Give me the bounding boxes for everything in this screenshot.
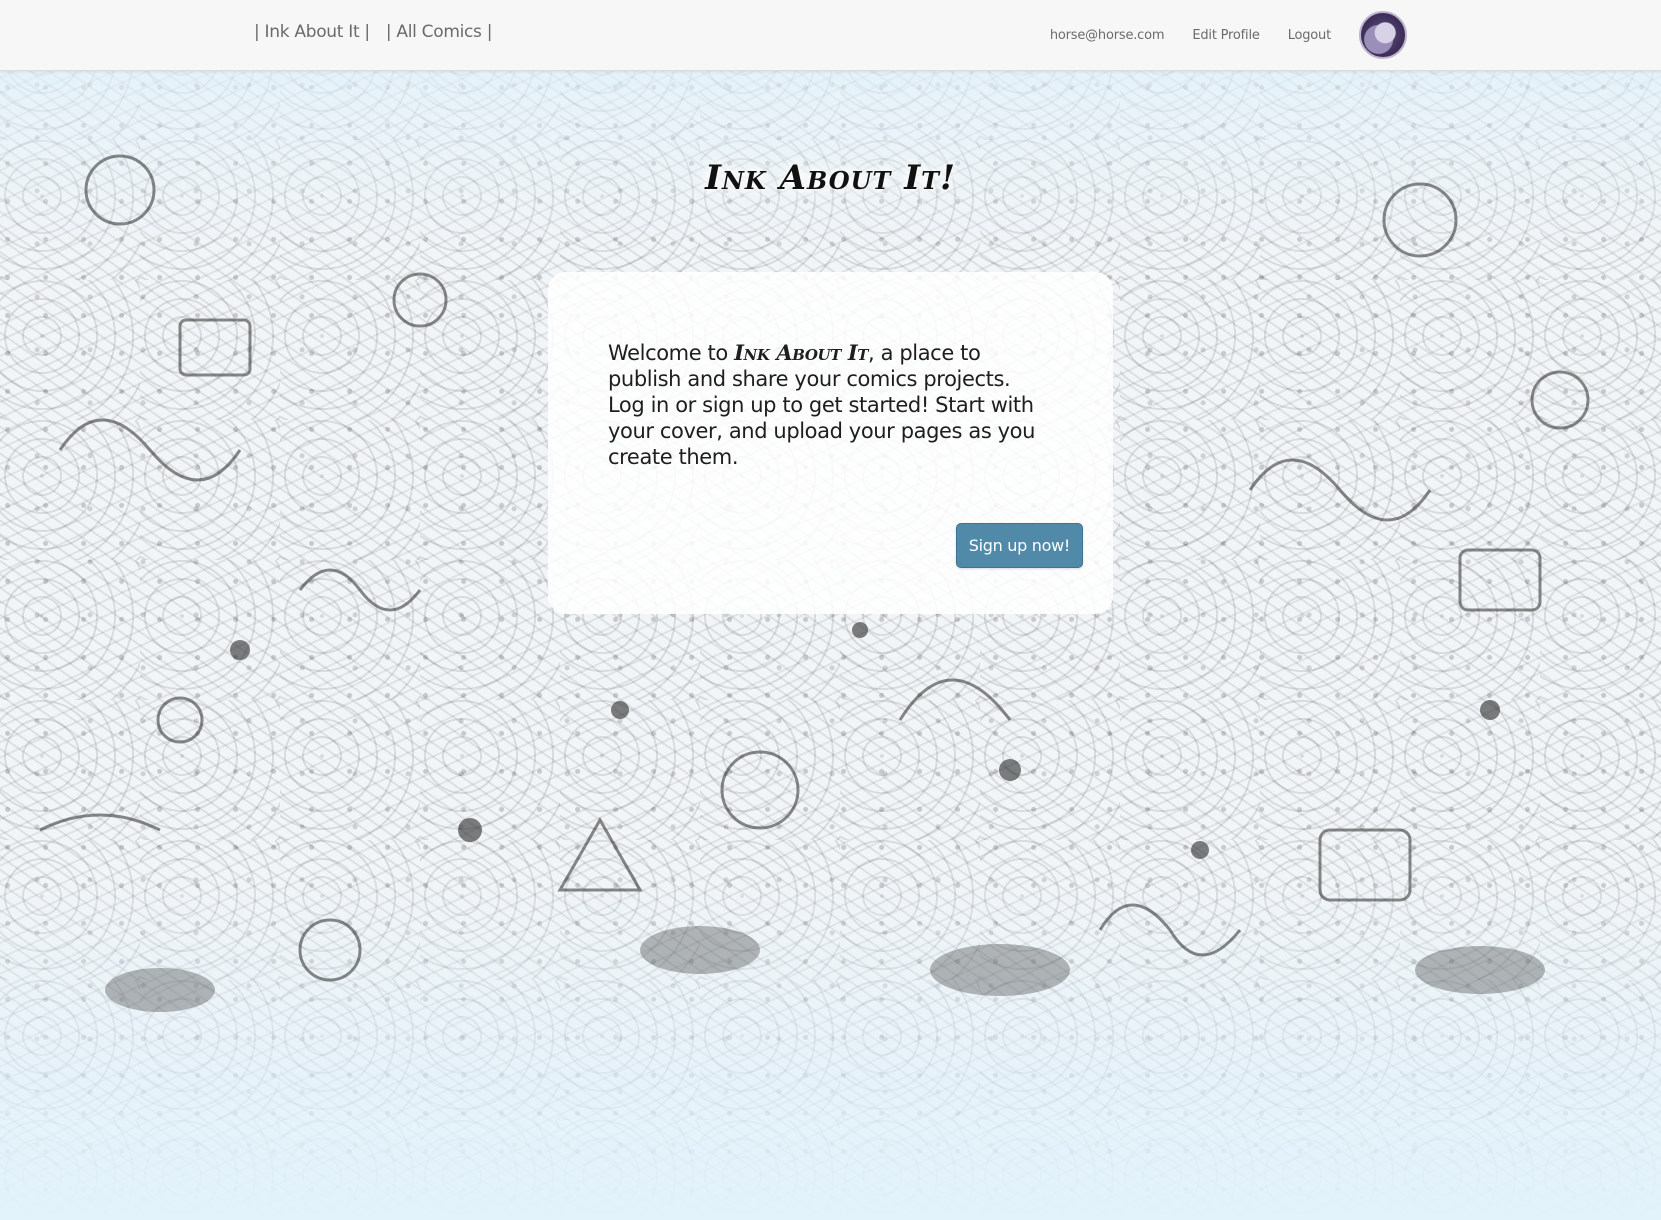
page-title: Ink About It! xyxy=(705,158,956,198)
welcome-card: Welcome to Ink About It, a place to publ… xyxy=(548,272,1113,614)
logout-link[interactable]: Logout xyxy=(1288,28,1332,43)
user-email[interactable]: horse@horse.com xyxy=(1050,28,1165,43)
nav-link-home[interactable]: | Ink About It | xyxy=(254,22,370,42)
signup-button[interactable]: Sign up now! xyxy=(955,523,1083,568)
nav-right-group: horse@horse.com Edit Profile Logout xyxy=(1050,10,1407,60)
nav-link-all-comics[interactable]: | All Comics | xyxy=(386,22,493,42)
welcome-prefix: Welcome to xyxy=(608,341,735,365)
welcome-text: Welcome to Ink About It, a place to publ… xyxy=(608,340,1048,470)
doodle-background xyxy=(39,154,1590,1012)
nav-left-group: | Ink About It | | All Comics | xyxy=(254,22,492,42)
edit-profile-link[interactable]: Edit Profile xyxy=(1192,28,1260,43)
welcome-brand: Ink About It xyxy=(734,340,869,365)
top-navbar: | Ink About It | | All Comics | horse@ho… xyxy=(0,0,1661,71)
user-avatar-icon[interactable] xyxy=(1359,11,1407,59)
